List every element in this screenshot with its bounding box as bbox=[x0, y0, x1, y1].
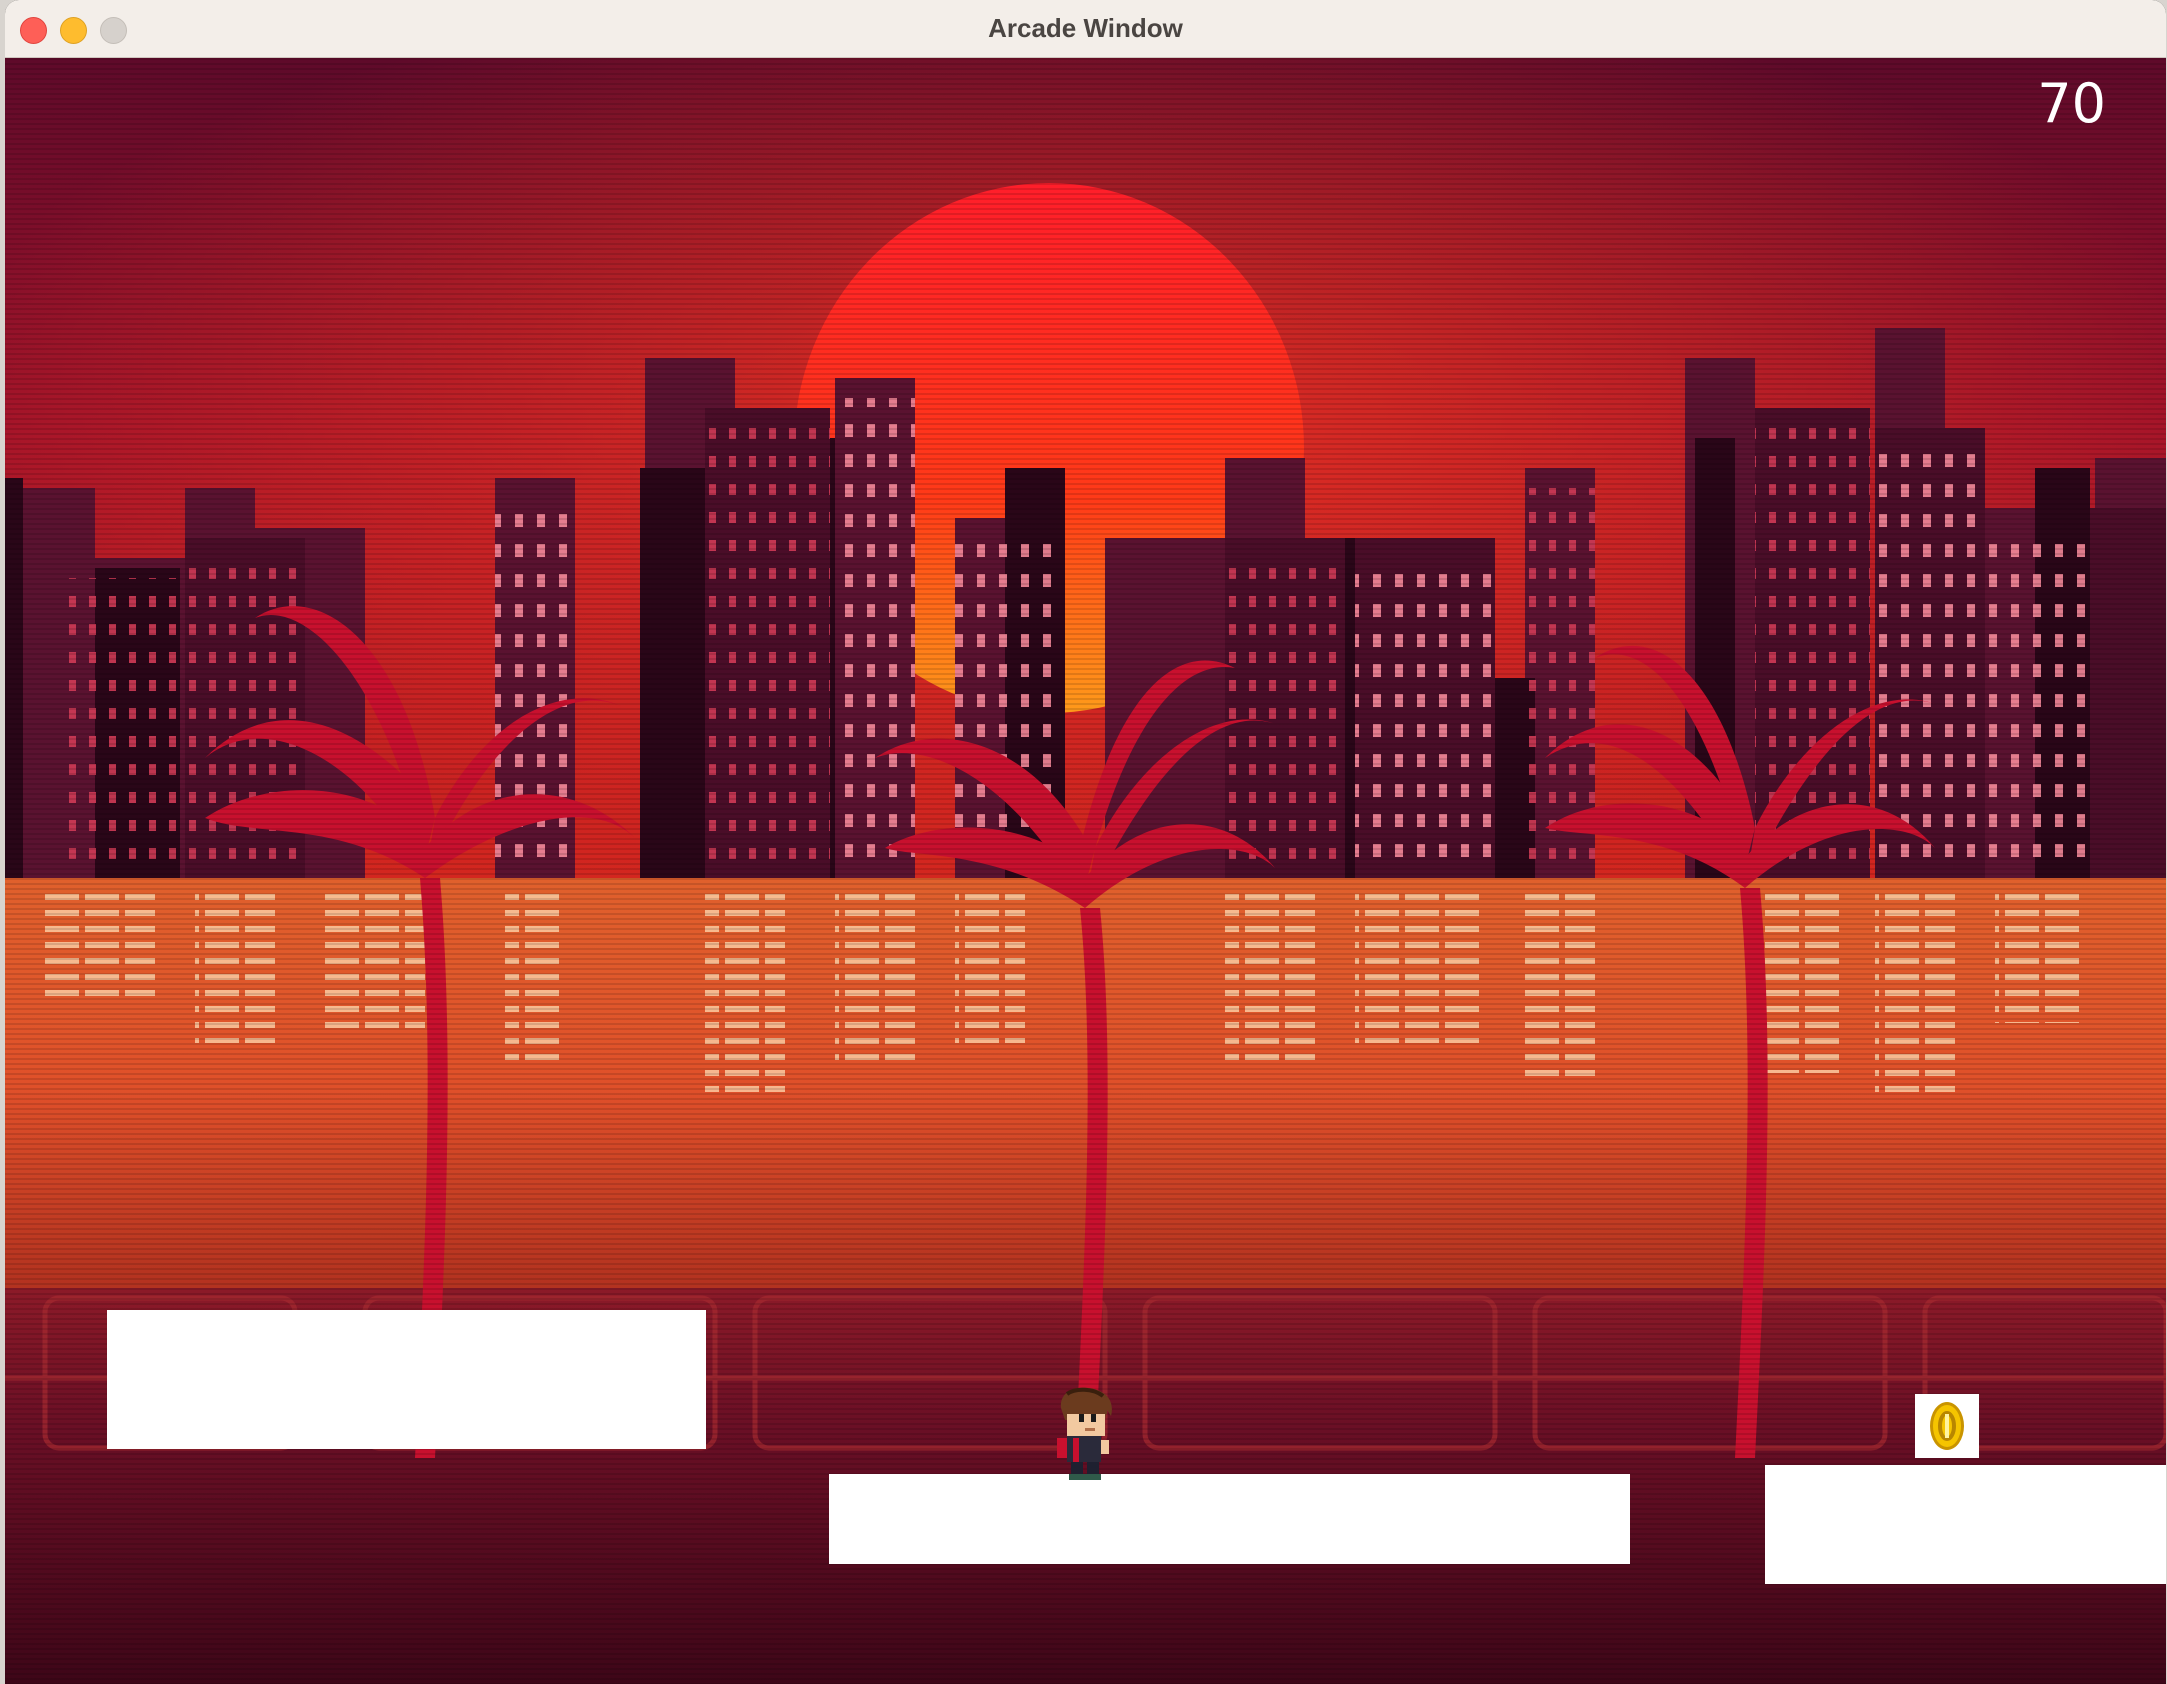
title-bar: Arcade Window bbox=[5, 0, 2166, 58]
score-counter: 70 bbox=[2037, 72, 2106, 135]
gold-coin-icon bbox=[1915, 1394, 1979, 1458]
platform-left bbox=[107, 1310, 706, 1449]
arcade-window: Arcade Window 70 bbox=[5, 0, 2166, 1684]
window-title: Arcade Window bbox=[988, 13, 1183, 43]
game-canvas[interactable]: 70 bbox=[5, 58, 2166, 1684]
player-character bbox=[1057, 1387, 1112, 1480]
platform-right bbox=[1765, 1465, 2166, 1584]
platform-center bbox=[829, 1474, 1630, 1564]
